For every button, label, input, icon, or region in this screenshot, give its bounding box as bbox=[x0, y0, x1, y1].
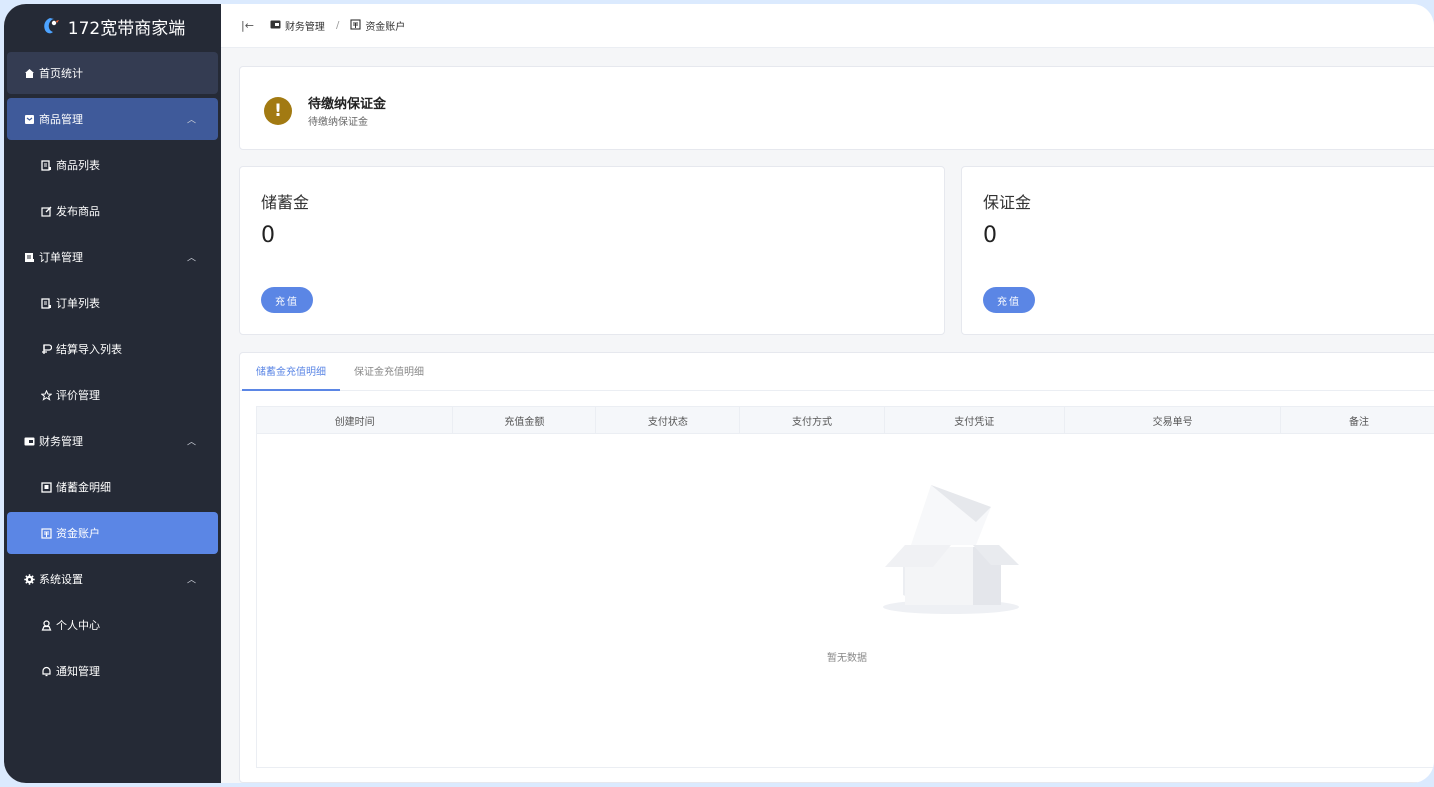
empty-box-icon bbox=[883, 485, 1019, 614]
column-header: 创建时间 bbox=[257, 407, 454, 433]
ledger-icon bbox=[41, 481, 52, 493]
sidebar-item-label: 商品管理 bbox=[39, 113, 83, 126]
column-header: 充值金额 bbox=[453, 407, 597, 433]
breadcrumb-item-fund-account: 资金账户 bbox=[365, 22, 406, 33]
chevron-up-icon: ︿ bbox=[186, 575, 196, 586]
column-header: 备注 bbox=[1349, 416, 1370, 428]
sidebar-item-label: 商品列表 bbox=[56, 159, 100, 172]
sidebar-item-label: 评价管理 bbox=[56, 389, 100, 402]
sidebar-menu: 首页统计 商品管理 ︿ 商品列表 发布商品 订单管理 ︿ 订单列表 结算导入列表… bbox=[4, 52, 221, 692]
sidebar-item-label: 系统设置 bbox=[39, 573, 83, 586]
chevron-up-icon: ︿ bbox=[186, 253, 196, 264]
sidebar-group-goods[interactable]: 商品管理 ︿ bbox=[7, 98, 218, 140]
detail-tabs: 储蓄金充值明细 保证金充值明细 bbox=[240, 353, 1434, 391]
wallet-icon bbox=[270, 19, 281, 33]
chevron-up-icon: ︿ bbox=[186, 437, 196, 448]
chevron-up-icon: ︿ bbox=[186, 115, 196, 126]
sidebar-item-label: 结算导入列表 bbox=[56, 343, 122, 356]
alert-subtitle: 待缴纳保证金 bbox=[308, 117, 368, 128]
sidebar-item-home[interactable]: 首页统计 bbox=[7, 52, 218, 94]
column-header: 支付凭证 bbox=[885, 407, 1066, 433]
recharge-details-card: 储蓄金充值明细 保证金充值明细 创建时间 充值金额 支付状态 支付方式 支付凭证… bbox=[239, 352, 1434, 783]
sidebar-item-label: 订单管理 bbox=[39, 251, 83, 264]
savings-value: 0 bbox=[261, 223, 275, 248]
column-header: 交易单号 bbox=[1065, 407, 1282, 433]
table-header: 创建时间 充值金额 支付状态 支付方式 支付凭证 交易单号 备注 bbox=[257, 407, 1434, 434]
collapse-sidebar-icon[interactable]: |← bbox=[241, 19, 254, 32]
deposit-value: 0 bbox=[983, 223, 997, 248]
empty-state: 暂无数据 bbox=[257, 477, 1434, 687]
recharge-table: 创建时间 充值金额 支付状态 支付方式 支付凭证 交易单号 备注 暂无数据 bbox=[256, 406, 1434, 768]
sidebar-item-label: 发布商品 bbox=[56, 205, 100, 218]
app-window: 172宽带商家端 首页统计 商品管理 ︿ 商品列表 发布商品 订单管理 ︿ 订单… bbox=[4, 4, 1434, 783]
wallet-icon bbox=[24, 436, 35, 447]
alert-title: 待缴纳保证金 bbox=[308, 97, 387, 112]
sidebar-item-label: 首页统计 bbox=[39, 67, 83, 80]
list-icon bbox=[41, 297, 52, 309]
sidebar-item-reviews[interactable]: 评价管理 bbox=[7, 374, 218, 416]
sidebar-item-label: 储蓄金明细 bbox=[56, 481, 111, 494]
logo-icon bbox=[40, 16, 60, 36]
sidebar-item-label: 资金账户 bbox=[56, 527, 100, 540]
breadcrumb: 财务管理 / 资金账户 bbox=[270, 18, 405, 33]
sidebar-item-profile[interactable]: 个人中心 bbox=[7, 604, 218, 646]
home-icon bbox=[24, 68, 35, 79]
sidebar-item-savings-detail[interactable]: 储蓄金明细 bbox=[7, 466, 218, 508]
column-header: 支付方式 bbox=[740, 407, 885, 433]
sidebar-item-label: 通知管理 bbox=[56, 665, 100, 678]
tab-savings-recharge[interactable]: 储蓄金充值明细 bbox=[242, 363, 340, 391]
column-header: 支付状态 bbox=[596, 407, 741, 433]
list-icon bbox=[41, 159, 52, 171]
sidebar-item-publish-goods[interactable]: 发布商品 bbox=[7, 190, 218, 232]
user-icon bbox=[41, 619, 52, 631]
main-content: ! 待缴纳保证金 待缴纳保证金 储蓄金 0 充值 保证金 0 充值 储蓄金充值明… bbox=[221, 48, 1434, 783]
edit-icon bbox=[41, 206, 52, 217]
app-logo: 172宽带商家端 bbox=[4, 4, 221, 48]
sidebar-group-finance[interactable]: 财务管理 ︿ bbox=[7, 420, 218, 462]
savings-label: 储蓄金 bbox=[261, 193, 310, 212]
sidebar-item-order-list[interactable]: 订单列表 bbox=[7, 282, 218, 324]
deposit-alert-card: ! 待缴纳保证金 待缴纳保证金 bbox=[239, 66, 1434, 150]
star-icon bbox=[40, 389, 53, 401]
deposit-label: 保证金 bbox=[983, 193, 1032, 212]
empty-text: 暂无数据 bbox=[827, 653, 867, 664]
deposit-recharge-button[interactable]: 充值 bbox=[983, 287, 1035, 313]
sidebar: 172宽带商家端 首页统计 商品管理 ︿ 商品列表 发布商品 订单管理 ︿ 订单… bbox=[4, 4, 221, 783]
account-icon bbox=[350, 18, 361, 33]
sidebar-item-fund-account[interactable]: 资金账户 bbox=[7, 512, 218, 554]
sidebar-item-notifications[interactable]: 通知管理 bbox=[7, 650, 218, 692]
sidebar-item-label: 财务管理 bbox=[39, 435, 83, 448]
sidebar-item-label: 个人中心 bbox=[56, 619, 100, 632]
app-title: 172宽带商家端 bbox=[67, 18, 186, 39]
sidebar-item-settlement-import[interactable]: 结算导入列表 bbox=[7, 328, 218, 370]
breadcrumb-separator: / bbox=[335, 20, 340, 31]
bell-icon bbox=[41, 666, 52, 677]
gear-icon bbox=[24, 573, 35, 585]
sidebar-item-label: 订单列表 bbox=[56, 297, 100, 310]
settle-icon bbox=[41, 343, 53, 355]
top-header: |← 财务管理 / 资金账户 bbox=[221, 4, 1434, 48]
sidebar-item-goods-list[interactable]: 商品列表 bbox=[7, 144, 218, 186]
savings-recharge-button[interactable]: 充值 bbox=[261, 287, 313, 313]
savings-balance-card: 储蓄金 0 充值 bbox=[239, 166, 945, 335]
deposit-balance-card: 保证金 0 充值 bbox=[961, 166, 1434, 335]
tab-deposit-recharge[interactable]: 保证金充值明细 bbox=[340, 363, 438, 390]
breadcrumb-item-finance[interactable]: 财务管理 bbox=[285, 18, 325, 33]
order-icon bbox=[24, 252, 35, 263]
sidebar-group-orders[interactable]: 订单管理 ︿ bbox=[7, 236, 218, 278]
sidebar-group-settings[interactable]: 系统设置 ︿ bbox=[7, 558, 218, 600]
goods-icon bbox=[24, 114, 35, 125]
warning-icon: ! bbox=[264, 97, 292, 125]
account-icon bbox=[41, 527, 52, 539]
